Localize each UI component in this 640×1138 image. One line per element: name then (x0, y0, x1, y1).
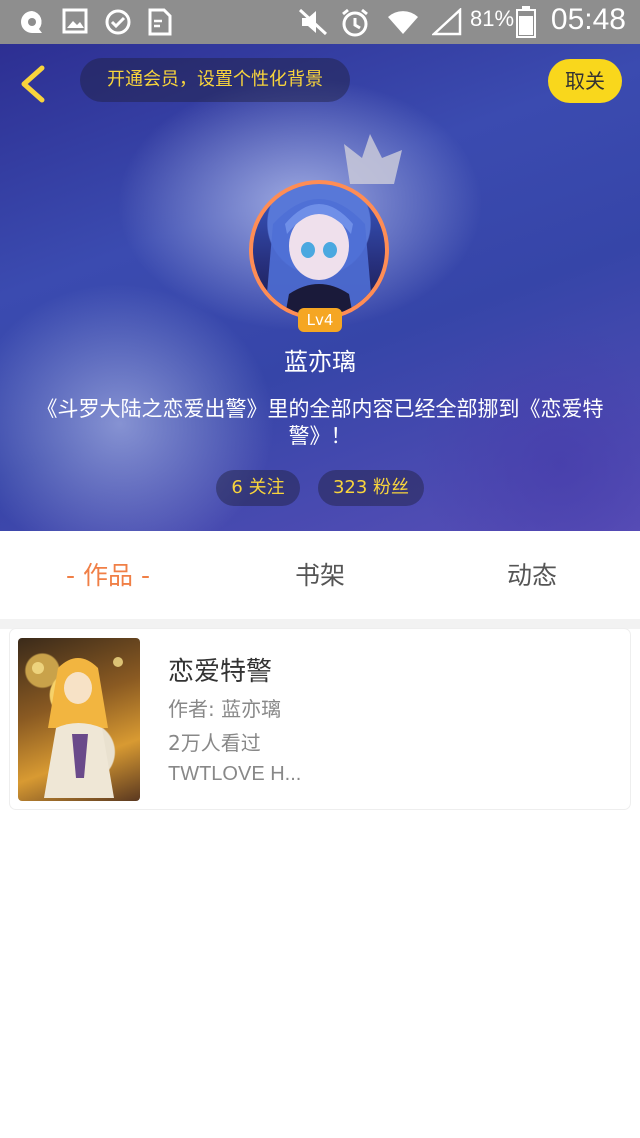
book-author: 作者: 蓝亦璃 (168, 697, 282, 721)
tab-activity[interactable]: 动态 (452, 531, 612, 619)
chat-bubble-icon (21, 11, 42, 33)
book-views: 2万人看过 (168, 731, 261, 755)
book-title: 恋爱特警 (168, 657, 273, 687)
user-signature: 《斗罗大陆之恋爱出警》里的全部内容已经全部挪到《恋爱特警》！ (36, 397, 604, 448)
tab-works[interactable]: - 作品 - (28, 531, 188, 619)
book-card[interactable]: 恋爱特警 作者: 蓝亦璃 2万人看过 TWTLOVE H... (10, 629, 630, 809)
battery-percentage: 81% (470, 6, 515, 31)
crown-icon (344, 134, 402, 184)
book-tags: TWTLOVE H... (168, 763, 302, 785)
level-badge: Lv4 (298, 308, 342, 332)
battery-icon (516, 6, 536, 38)
avatar-image (253, 184, 385, 316)
divider (0, 619, 640, 629)
wifi-icon (388, 11, 418, 34)
follows-count[interactable]: 6 关注 (216, 470, 300, 506)
status-bar: 81% 05:48 (0, 0, 640, 44)
user-name: 蓝亦璃 (284, 348, 356, 376)
unfollow-button[interactable]: 取关 (548, 59, 622, 103)
signal-icon (432, 8, 462, 36)
tab-bookshelf[interactable]: 书架 (240, 531, 400, 619)
profile-header: 开通会员，设置个性化背景 取关 Lv4 蓝亦璃 《斗罗大陆之恋爱出警》里的全部内… (0, 44, 640, 531)
book-cover-image (18, 638, 140, 801)
check-circle-icon (105, 9, 131, 35)
document-icon (148, 8, 172, 36)
vip-background-banner[interactable]: 开通会员，设置个性化背景 (80, 58, 350, 102)
gallery-icon (62, 8, 88, 34)
mute-icon (298, 8, 328, 36)
alarm-icon (342, 8, 368, 37)
fans-count[interactable]: 323 粉丝 (318, 470, 424, 506)
clock: 05:48 (550, 3, 626, 36)
back-arrow-icon[interactable] (16, 64, 50, 104)
profile-tabs: - 作品 - 书架 动态 (0, 531, 640, 619)
avatar[interactable] (249, 180, 389, 320)
